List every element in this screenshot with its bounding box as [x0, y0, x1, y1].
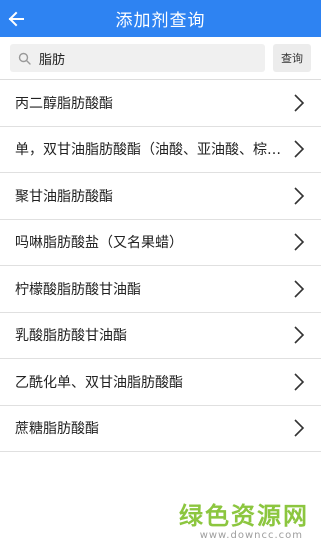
search-icon: [18, 51, 31, 65]
back-button[interactable]: [0, 0, 32, 37]
chevron-right-icon: [294, 419, 305, 437]
list-item-label: 吗啉脂肪酸盐（又名果蜡）: [15, 235, 183, 252]
header-bar: 添加剂查询: [0, 0, 321, 37]
arrow-left-icon: [8, 11, 24, 26]
list-item[interactable]: 聚甘油脂肪酸酯: [0, 173, 321, 220]
list-item-label: 丙二醇脂肪酸酯: [15, 95, 113, 112]
list-item[interactable]: 吗啉脂肪酸盐（又名果蜡）: [0, 220, 321, 266]
list-item[interactable]: 丙二醇脂肪酸酯: [0, 80, 321, 127]
chevron-right-icon: [294, 94, 305, 112]
list-item-label: 柠檬酸脂肪酸甘油酯: [15, 281, 141, 298]
list-item[interactable]: 单，双甘油脂肪酸酯（油酸、亚油酸、棕榈酸、山嵛酸、月桂酸、硬脂酸）: [0, 127, 321, 173]
chevron-right-icon: [294, 373, 305, 391]
query-button[interactable]: 查询: [273, 44, 311, 72]
list-item[interactable]: 乙酰化单、双甘油脂肪酸酯: [0, 359, 321, 406]
watermark: 绿色资源网 www.downcc.com: [179, 502, 309, 542]
chevron-right-icon: [294, 187, 305, 205]
list-item-label: 聚甘油脂肪酸酯: [15, 188, 113, 205]
list-item-label: 蔗糖脂肪酸酯: [15, 421, 99, 438]
list-item-label: 单，双甘油脂肪酸酯（油酸、亚油酸、棕榈酸、山嵛酸、月桂酸、硬脂酸）: [15, 142, 293, 159]
watermark-url: www.downcc.com: [199, 530, 303, 541]
page-title: 添加剂查询: [115, 11, 206, 31]
chevron-right-icon: [294, 326, 305, 344]
chevron-right-icon: [294, 280, 305, 298]
list-item[interactable]: 乳酸脂肪酸甘油酯: [0, 313, 321, 359]
list-item[interactable]: 柠檬酸脂肪酸甘油酯: [0, 266, 321, 313]
app-root: 添加剂查询 查询 丙二醇脂肪酸酯 单，双甘油脂肪酸酯（油酸、亚油酸、棕榈酸、山嵛…: [0, 0, 321, 550]
list-item[interactable]: 蔗糖脂肪酸酯: [0, 406, 321, 452]
chevron-right-icon: [294, 233, 305, 251]
list-item-label: 乙酰化单、双甘油脂肪酸酯: [15, 374, 183, 391]
search-bar: 查询: [0, 37, 321, 80]
list-item-label: 乳酸脂肪酸甘油酯: [15, 328, 127, 345]
watermark-logo-text: 绿色资源网: [179, 502, 309, 530]
search-input[interactable]: [39, 50, 265, 66]
chevron-right-icon: [294, 140, 305, 158]
results-list: 丙二醇脂肪酸酯 单，双甘油脂肪酸酯（油酸、亚油酸、棕榈酸、山嵛酸、月桂酸、硬脂酸…: [0, 80, 321, 452]
search-box[interactable]: [10, 44, 265, 72]
